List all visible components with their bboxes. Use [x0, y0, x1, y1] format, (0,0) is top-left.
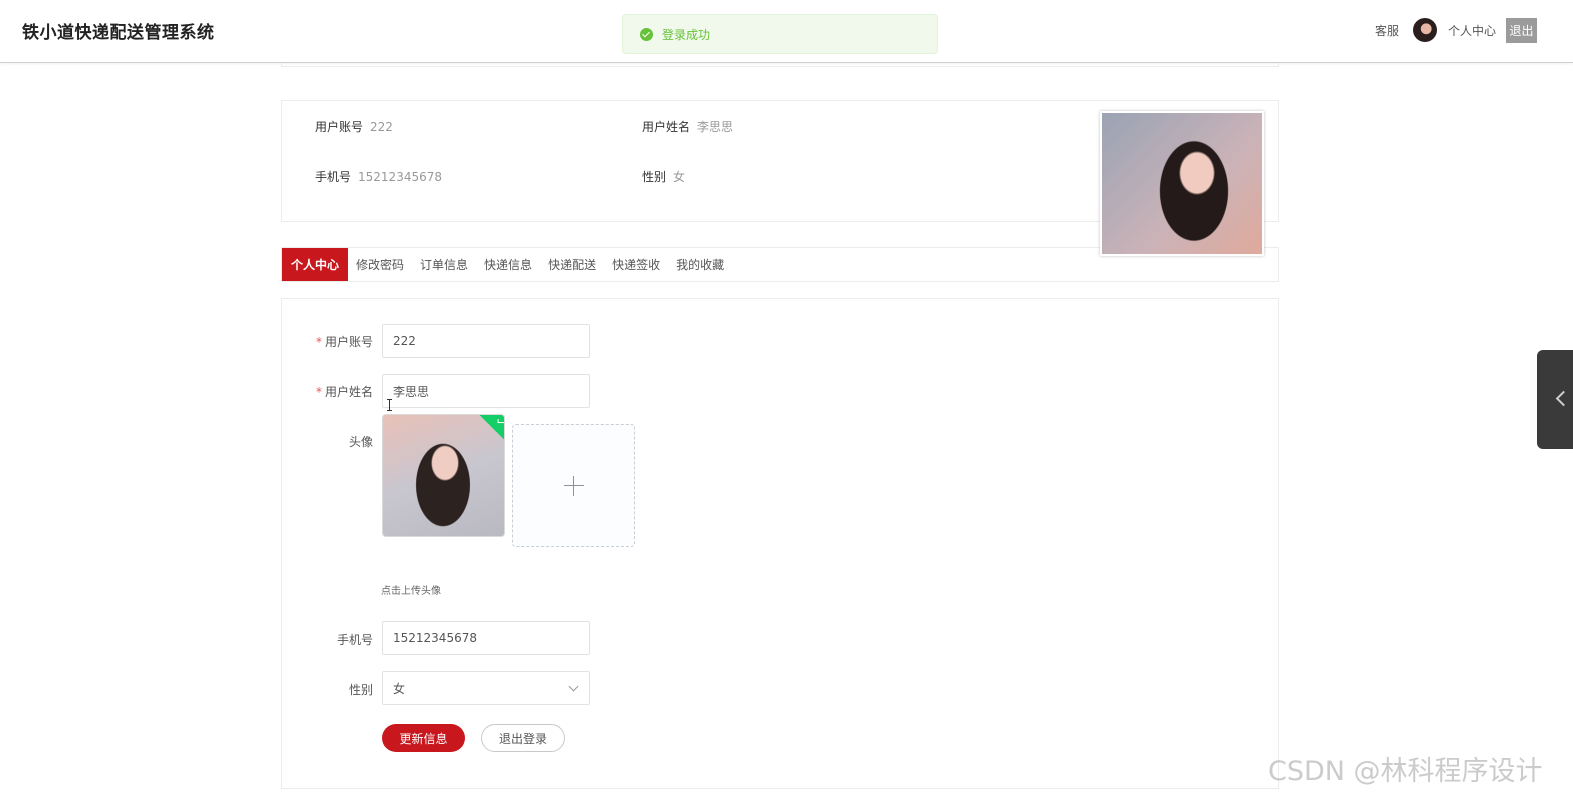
phone-label: 手机号: [336, 633, 373, 647]
summary-account-label: 用户账号: [315, 120, 364, 134]
watermark: CSDN @林科程序设计: [1268, 756, 1543, 787]
header-logout-button[interactable]: 退出: [1506, 17, 1537, 43]
summary-name: 用户姓名 李思思: [642, 118, 733, 135]
chevron-left-icon: [1555, 390, 1572, 407]
customer-service-link[interactable]: 客服: [1375, 22, 1399, 39]
avatar-label: 头像: [348, 435, 373, 449]
summary-gender-label: 性别: [642, 170, 667, 184]
top-strip: [281, 63, 1279, 67]
logout-button[interactable]: 退出登录: [481, 724, 565, 752]
required-mark: *: [315, 385, 322, 399]
tab-express-signoff[interactable]: 快递签收: [604, 248, 668, 281]
summary-phone-label: 手机号: [315, 170, 352, 184]
side-collapse-tab[interactable]: [1537, 350, 1573, 449]
summary-phone-value: 15212345678: [358, 170, 442, 184]
profile-photo: [1100, 111, 1264, 256]
login-success-toast: 登录成功: [622, 14, 938, 54]
plus-icon: [563, 475, 584, 496]
account-input[interactable]: [382, 324, 590, 358]
header-user-menu: 客服 个人中心 退出: [1375, 16, 1537, 44]
name-input[interactable]: [382, 374, 590, 408]
uploaded-avatar-thumbnail[interactable]: [382, 414, 505, 537]
summary-phone: 手机号 15212345678: [315, 168, 442, 185]
avatar-upload-box[interactable]: [512, 424, 635, 547]
gender-label: 性别: [348, 683, 373, 697]
tab-personal-center[interactable]: 个人中心: [282, 248, 349, 281]
summary-account-value: 222: [370, 120, 393, 134]
tab-my-favorites[interactable]: 我的收藏: [668, 248, 732, 281]
summary-name-value: 李思思: [697, 120, 734, 134]
summary-gender-value: 女: [673, 170, 686, 184]
tab-express-info[interactable]: 快递信息: [476, 248, 540, 281]
update-info-button[interactable]: 更新信息: [382, 724, 465, 752]
site-title: 铁小道快递配送管理系统: [22, 23, 215, 43]
phone-input[interactable]: [382, 621, 590, 655]
summary-account: 用户账号 222: [315, 118, 393, 135]
profile-form-panel: [281, 298, 1279, 789]
summary-gender: 性别女: [642, 168, 685, 185]
account-label: * 用户账号: [315, 335, 373, 349]
upload-hint: 点击上传头像: [381, 586, 441, 597]
chevron-down-icon: [568, 681, 579, 692]
user-center-link[interactable]: 个人中心: [1448, 22, 1496, 39]
gender-select-value: 女: [393, 681, 406, 696]
toast-message: 登录成功: [662, 27, 711, 42]
required-mark: *: [315, 335, 322, 349]
tab-order-info[interactable]: 订单信息: [412, 248, 476, 281]
success-check-icon: [640, 27, 653, 41]
tab-express-delivery[interactable]: 快递配送: [540, 248, 604, 281]
user-avatar[interactable]: [1412, 18, 1437, 42]
tab-change-password[interactable]: 修改密码: [348, 248, 412, 281]
text-cursor-icon: [387, 399, 393, 411]
top-header: 铁小道快递配送管理系统 登录成功 客服 个人中心 退出: [0, 0, 1573, 63]
upload-success-check-icon: [479, 415, 504, 441]
gender-select[interactable]: 女: [382, 671, 590, 705]
name-label: * 用户姓名: [315, 385, 373, 399]
summary-name-label: 用户姓名: [642, 120, 691, 134]
